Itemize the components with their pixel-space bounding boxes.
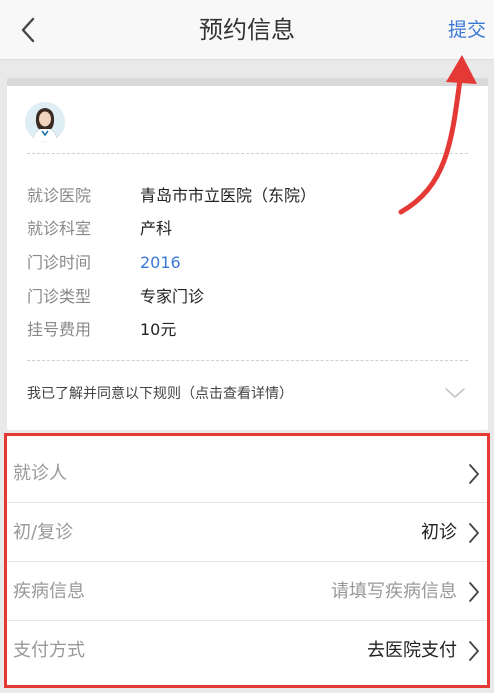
doctor-avatar [25,102,65,142]
info-value: 10元 [140,320,177,339]
chevron-right-icon [469,641,479,661]
page-title: 预约信息 [199,16,295,44]
time-redaction [180,236,376,270]
info-value: 专家门诊 [140,287,205,306]
name-redaction [79,104,169,138]
rules-link[interactable]: 我已了解并同意以下规则（点击查看详情） [27,380,293,408]
form-label: 就诊人 [13,463,67,484]
info-row-hospital: 就诊医院 青岛市市立医院（东院） [27,182,316,210]
info-row-fee: 挂号费用 10元 [27,316,176,344]
form-row-patient[interactable]: 就诊人 [7,444,487,503]
form-label: 初/复诊 [13,522,74,543]
form-value: 去医院支付 [367,640,457,661]
info-value: 青岛市市立医院（东院） [140,186,317,205]
chevron-right-icon [469,464,479,484]
info-label: 挂号费用 [27,320,92,339]
info-label: 门诊类型 [27,287,92,306]
form-row-visit-type[interactable]: 初/复诊 初诊 [7,503,487,562]
chevron-down-icon[interactable] [444,386,466,400]
patient-form: 就诊人 初/复诊 初诊 疾病信息 请填写疾病信息 支付方式 去医院支付 [4,433,490,688]
info-row-time: 门诊时间 2016年 [27,249,197,277]
form-label: 疾病信息 [13,581,85,602]
chevron-right-icon [469,582,479,602]
divider [27,360,468,361]
info-label: 就诊医院 [27,186,92,205]
info-value: 产科 [140,219,173,238]
info-label: 就诊科室 [27,219,92,238]
form-row-disease-info[interactable]: 疾病信息 请填写疾病信息 [7,562,487,621]
form-value: 请填写疾病信息 [331,581,457,602]
chevron-right-icon [469,523,479,543]
submit-button[interactable]: 提交 [448,0,486,60]
info-label: 门诊时间 [27,253,92,272]
info-row-department: 就诊科室 产科 [27,215,172,243]
form-value: 初诊 [421,522,457,543]
form-row-payment[interactable]: 支付方式 去医院支付 [7,621,487,680]
divider [27,153,468,154]
form-label: 支付方式 [13,640,85,661]
nav-bar: 预约信息 提交 [0,0,494,60]
info-row-clinic-type: 门诊类型 专家门诊 [27,283,204,311]
